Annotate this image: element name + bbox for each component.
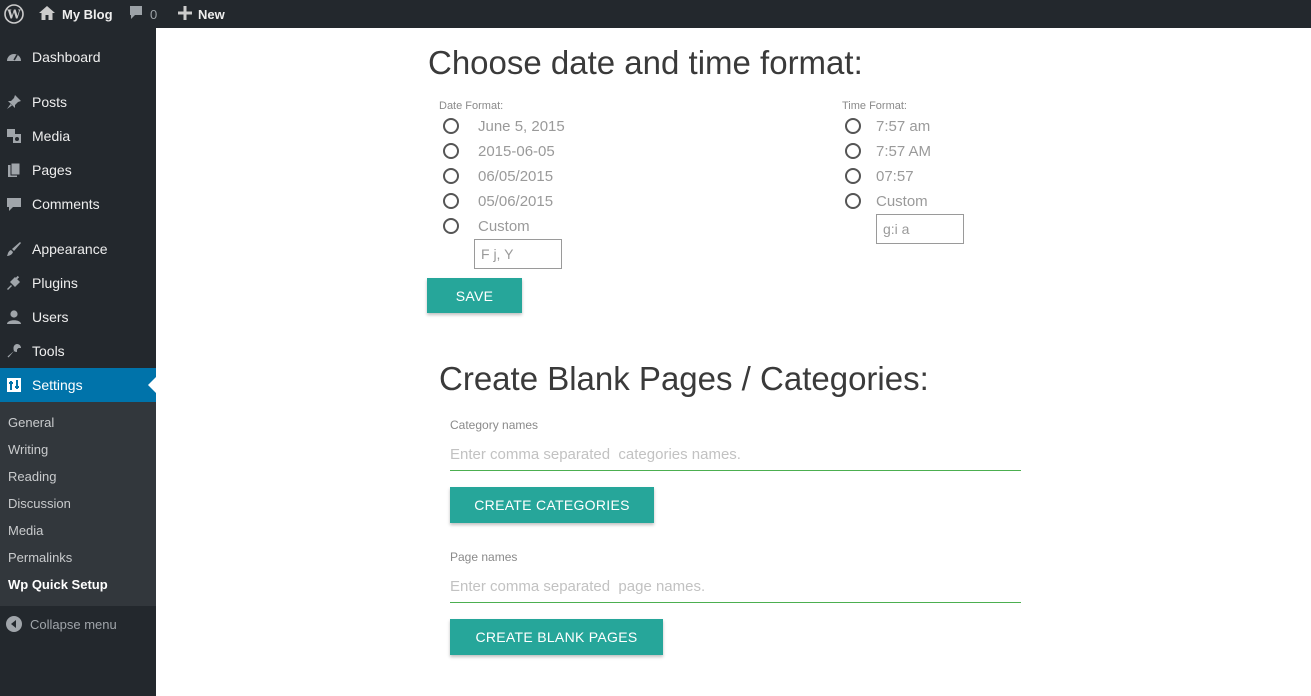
sidebar-item-plugins[interactable]: Plugins xyxy=(0,266,156,300)
time-option-label: 07:57 xyxy=(876,167,914,185)
sidebar-item-appearance[interactable]: Appearance xyxy=(0,232,156,266)
date-option-label: 2015-06-05 xyxy=(478,142,555,160)
date-format-radio-custom[interactable] xyxy=(443,218,459,234)
time-option-label: 7:57 am xyxy=(876,117,931,135)
date-format-label: Date Format: xyxy=(439,100,504,112)
time-option-row[interactable]: 07:57 xyxy=(845,165,914,187)
date-option-row[interactable]: 2015-06-05 xyxy=(443,140,555,162)
submenu-item-general[interactable]: General xyxy=(8,415,54,430)
comments-link[interactable]: 0 xyxy=(128,0,157,28)
time-option-row[interactable]: Custom xyxy=(845,190,928,212)
date-format-radio[interactable] xyxy=(443,118,459,134)
date-option-label: June 5, 2015 xyxy=(478,117,565,135)
sidebar-item-posts[interactable]: Posts xyxy=(0,85,156,119)
new-content-link[interactable]: New xyxy=(178,0,225,28)
settings-icon xyxy=(6,377,22,393)
time-format-radio[interactable] xyxy=(845,168,861,184)
submenu-item-writing[interactable]: Writing xyxy=(8,442,48,457)
active-indicator xyxy=(148,377,156,393)
date-format-radio[interactable] xyxy=(443,193,459,209)
time-format-radio[interactable] xyxy=(845,143,861,159)
wordpress-logo-icon[interactable]: W xyxy=(4,0,26,28)
custom-time-format-input[interactable] xyxy=(876,214,964,244)
sidebar-item-label: Users xyxy=(32,309,69,325)
page-names-input[interactable] xyxy=(450,571,1021,603)
comments-count: 0 xyxy=(150,6,158,22)
page-names-label: Page names xyxy=(450,550,518,564)
date-option-row[interactable]: June 5, 2015 xyxy=(443,115,565,137)
create-blank-pages-button[interactable]: CREATE BLANK PAGES xyxy=(450,619,663,655)
time-format-radio[interactable] xyxy=(845,118,861,134)
blank-pages-title: Create Blank Pages / Categories: xyxy=(439,360,929,397)
admin-bar: W My Blog 0 New xyxy=(0,0,1311,28)
sidebar-item-label: Pages xyxy=(32,162,72,178)
sidebar-item-label: Tools xyxy=(32,343,65,359)
comment-bubble-icon xyxy=(128,5,144,23)
time-option-row[interactable]: 7:57 AM xyxy=(845,140,931,162)
sidebar-item-label: Plugins xyxy=(32,275,78,291)
time-format-radio-custom[interactable] xyxy=(845,193,861,209)
sidebar-item-label: Media xyxy=(32,128,71,144)
sidebar-item-settings[interactable]: Settings xyxy=(0,368,156,402)
submenu-item-reading[interactable]: Reading xyxy=(8,469,56,484)
pin-icon xyxy=(6,94,22,110)
new-label: New xyxy=(198,6,225,22)
date-option-row[interactable]: Custom xyxy=(443,215,530,237)
date-format-radio[interactable] xyxy=(443,143,459,159)
custom-date-format-input[interactable] xyxy=(474,239,562,269)
collapse-menu-label: Collapse menu xyxy=(30,616,117,632)
pages-icon xyxy=(6,162,22,178)
sidebar-item-users[interactable]: Users xyxy=(0,300,156,334)
save-button[interactable]: SAVE xyxy=(427,278,522,313)
sidebar-item-dashboard[interactable]: Dashboard xyxy=(0,40,156,74)
brush-icon xyxy=(6,241,22,257)
category-names-input[interactable] xyxy=(450,439,1021,471)
submenu-item-discussion[interactable]: Discussion xyxy=(8,496,71,511)
time-option-row[interactable]: 7:57 am xyxy=(845,115,930,137)
admin-sidebar: Dashboard Posts Media Pages Comments App… xyxy=(0,28,156,696)
site-home-link[interactable]: My Blog xyxy=(38,0,113,28)
sidebar-item-label: Dashboard xyxy=(32,49,101,65)
sidebar-item-label: Posts xyxy=(32,94,68,110)
user-icon xyxy=(6,309,22,325)
date-format-radio[interactable] xyxy=(443,168,459,184)
sidebar-item-pages[interactable]: Pages xyxy=(0,153,156,187)
submenu-item-wp-quick-setup[interactable]: Wp Quick Setup xyxy=(8,577,108,592)
wrench-icon xyxy=(6,343,22,359)
time-option-label: Custom xyxy=(876,192,928,210)
category-names-label: Category names xyxy=(450,418,539,432)
settings-submenu: General Writing Reading Discussion Media… xyxy=(0,402,156,606)
create-categories-button[interactable]: CREATE CATEGORIES xyxy=(450,487,654,523)
date-option-row[interactable]: 05/06/2015 xyxy=(443,190,553,212)
submenu-item-media[interactable]: Media xyxy=(8,523,43,538)
collapse-menu-button[interactable]: Collapse menu xyxy=(0,612,156,636)
date-option-row[interactable]: 06/05/2015 xyxy=(443,165,553,187)
submenu-item-permalinks[interactable]: Permalinks xyxy=(8,550,72,565)
time-option-label: 7:57 AM xyxy=(876,142,932,160)
date-option-label: Custom xyxy=(478,217,530,235)
sidebar-item-label: Settings xyxy=(32,377,83,393)
svg-text:W: W xyxy=(6,8,21,22)
site-name: My Blog xyxy=(62,6,113,22)
date-option-label: 06/05/2015 xyxy=(478,167,554,185)
date-option-label: 05/06/2015 xyxy=(478,192,554,210)
sidebar-item-tools[interactable]: Tools xyxy=(0,334,156,368)
sidebar-item-label: Comments xyxy=(32,196,100,212)
dashboard-icon xyxy=(6,49,22,65)
home-icon xyxy=(38,5,56,24)
date-time-title: Choose date and time format: xyxy=(428,44,863,81)
sidebar-item-label: Appearance xyxy=(32,241,108,257)
sidebar-item-media[interactable]: Media xyxy=(0,119,156,153)
plus-icon xyxy=(178,5,192,23)
comment-icon xyxy=(6,196,22,212)
media-icon xyxy=(6,128,22,144)
time-format-label: Time Format: xyxy=(842,100,907,112)
plugin-icon xyxy=(6,275,22,291)
sidebar-item-comments[interactable]: Comments xyxy=(0,187,156,221)
collapse-arrow-icon xyxy=(6,616,22,632)
